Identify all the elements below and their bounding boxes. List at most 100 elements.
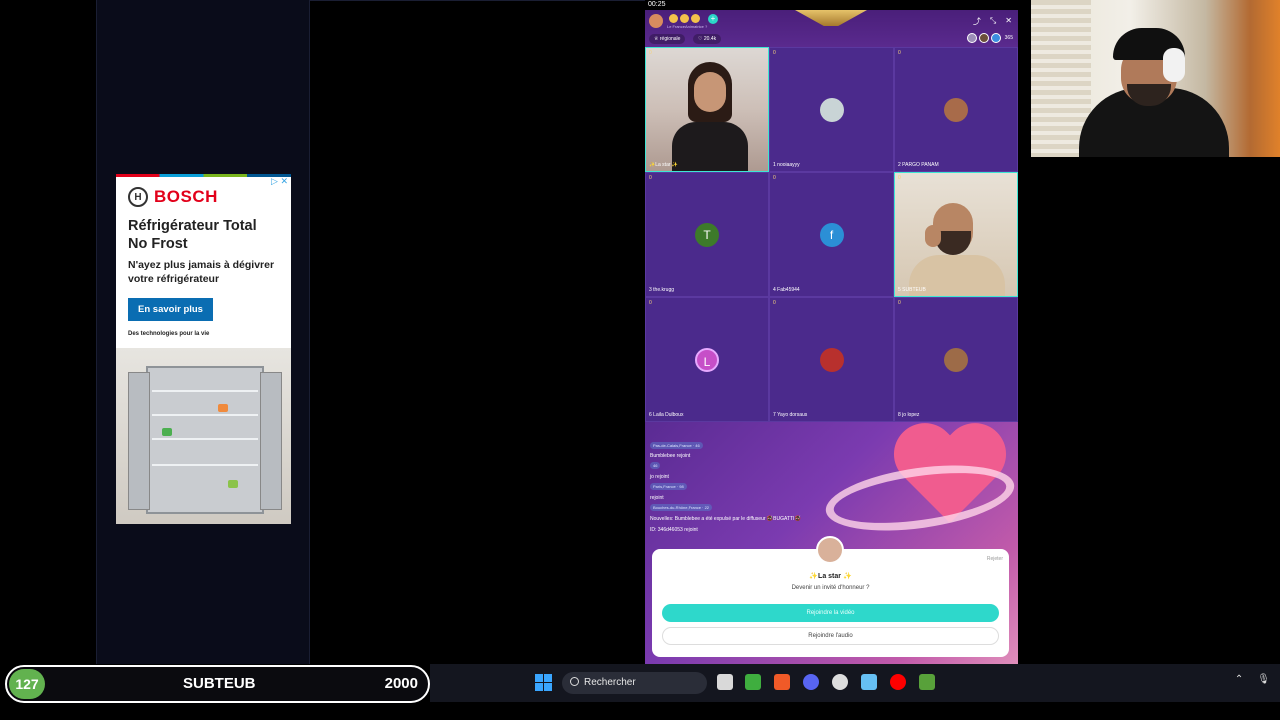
status-clock: 00:25 (648, 1, 666, 8)
hand (925, 225, 941, 247)
streamer-webcam (1031, 0, 1280, 157)
bosch-ad[interactable]: ▷ ✕ H BOSCH Réfrigérateur Total No Frost… (116, 174, 291, 524)
chat-location-pill: Pas-de-Calais,France · 46 (650, 442, 703, 449)
slot-badge: 0 (773, 175, 776, 181)
fridge-shelf (152, 464, 258, 466)
slot-badge: 0 (898, 300, 901, 306)
chat-message: rejoint (650, 495, 664, 501)
face (694, 72, 726, 112)
ad-cta-button[interactable]: En savoir plus (128, 298, 213, 321)
file-explorer-icon[interactable] (717, 674, 733, 690)
likes-pill[interactable]: ♡ 20.4k (693, 34, 722, 44)
start-tile (544, 683, 552, 691)
chat-location-pill: Paris,France · 98 (650, 483, 687, 490)
search-icon (570, 677, 579, 686)
woman-camera (646, 48, 768, 171)
slot-badge: 0 (773, 300, 776, 306)
slot-label: 5 SUBTEUB (898, 287, 926, 293)
body (672, 122, 748, 171)
guest-slot[interactable]: 0 2 PARGO PANAM (894, 47, 1018, 172)
viewer-list[interactable]: 365 (966, 33, 1013, 43)
join-audio-button[interactable]: Rejoindre l'audio (662, 627, 999, 645)
badge-icon (691, 14, 700, 23)
guest-avatar: f (819, 222, 844, 247)
slot-label: 7 Yayo dorsaus (773, 412, 808, 418)
share-icon[interactable]: ⤴ (973, 16, 981, 27)
ad-color-strip (116, 174, 291, 177)
chevron-up-icon[interactable]: ⌃ (1235, 674, 1243, 685)
guest-avatar (819, 347, 844, 372)
screen: ▷ ✕ H BOSCH Réfrigérateur Total No Frost… (0, 0, 1280, 720)
join-video-button[interactable]: Rejoindre la vidéo (662, 604, 999, 622)
youtube-icon[interactable] (890, 674, 906, 690)
slot-label: ✨La star ✨ (649, 162, 679, 168)
viewer-count: 365 (1004, 35, 1013, 41)
guest-slot[interactable]: 0 ✨La star ✨ (645, 47, 769, 172)
guest-avatar (944, 97, 968, 122)
ad-tagline: Des technologies pour la vie (128, 331, 210, 337)
viewer-avatar (966, 33, 977, 43)
ad-close-icon[interactable]: ▷ ✕ (271, 176, 288, 187)
chat-message: Nouvelles: Bumblebee a été expulsé par l… (650, 516, 801, 522)
slot-badge: 0 (649, 300, 652, 306)
start-tile (535, 683, 543, 691)
start-tile (535, 674, 543, 682)
app-icon[interactable] (919, 674, 935, 690)
invite-dialog: Rejeter ✨La star ✨ Devenir un invité d'h… (652, 536, 1009, 657)
chat-location-pill: 46 (650, 462, 661, 469)
ad-subtitle: N'ayez plus jamais à dégivrer votre réfr… (128, 259, 275, 285)
close-icon[interactable]: ✕ (1005, 16, 1012, 27)
taskbar-search[interactable]: Rechercher (562, 672, 707, 694)
start-tile (544, 674, 552, 682)
man-camera (895, 173, 1017, 296)
reject-button[interactable]: Rejeter (987, 556, 1003, 562)
windows-start-icon[interactable] (535, 674, 552, 691)
guest-grid: 0 ✨La star ✨ 0 1 nooiaayyy 0 2 PARGO PAN… (645, 47, 1018, 422)
live-app: + Le FranceAnimatrice ? ⤴ ⤡ ✕ ♕ régional… (645, 10, 1018, 666)
discord-icon[interactable] (803, 674, 819, 690)
host-avatar[interactable] (649, 14, 663, 28)
guest-slot[interactable]: 0 1 nooiaayyy (769, 47, 894, 172)
obs-icon[interactable] (832, 674, 848, 690)
badge-icon (669, 14, 678, 23)
follow-plus-icon[interactable]: + (708, 14, 718, 24)
fridge-food (218, 404, 228, 412)
spreadsheet-icon[interactable] (745, 674, 761, 690)
microphone-icon[interactable]: 🎙 (1257, 674, 1270, 685)
guest-slot[interactable]: 0 L 6 Laila Dulboux (645, 297, 769, 422)
fridge-door-left (128, 372, 150, 510)
guest-slot[interactable]: 0 f 4 Fab45944 (769, 172, 894, 297)
region-pill[interactable]: ♕ régionale (649, 34, 686, 44)
sub-goal-label: SUBTEUB (183, 675, 256, 692)
invite-title: ✨La star ✨ (809, 573, 852, 580)
fridge-shelf (152, 438, 258, 440)
sub-goal-target: 2000 (384, 675, 418, 692)
header-actions: ⤴ ⤡ ✕ (973, 16, 1012, 27)
slot-badge: 0 (898, 175, 901, 181)
host-name: Le FranceAnimatrice ? (667, 24, 708, 29)
guest-slot[interactable]: 0 7 Yayo dorsaus (769, 297, 894, 422)
viewer-avatar (978, 33, 989, 43)
guest-avatar (819, 97, 844, 122)
chat-message: jo rejoint (650, 474, 669, 480)
badge-icon (680, 14, 689, 23)
search-placeholder: Rechercher (584, 677, 636, 688)
crown-decoration (795, 10, 867, 26)
ring-decoration (821, 455, 1018, 541)
brave-browser-icon[interactable] (774, 674, 790, 690)
sub-goal-bar: 127 SUBTEUB 2000 (5, 665, 430, 703)
slot-badge: 0 (649, 175, 652, 181)
fridge-image (116, 348, 291, 524)
divider (310, 0, 645, 1)
steam-icon[interactable] (861, 674, 877, 690)
guest-slot[interactable]: 0 8 jo lopez (894, 297, 1018, 422)
minimize-icon[interactable]: ⤡ (990, 16, 996, 27)
invite-subtitle: Devenir un invité d'honneur ? (791, 585, 870, 591)
guest-slot[interactable]: 0 T 3 the.krugg (645, 172, 769, 297)
sub-count: 127 (9, 669, 45, 699)
fridge-shelf (152, 414, 258, 416)
slot-label: 8 jo lopez (898, 412, 920, 418)
chat-message: ID: 346d46053 rejoint (650, 527, 698, 533)
guest-slot[interactable]: 0 5 SUBTEUB (894, 172, 1018, 297)
slot-label: 3 the.krugg (649, 287, 675, 293)
